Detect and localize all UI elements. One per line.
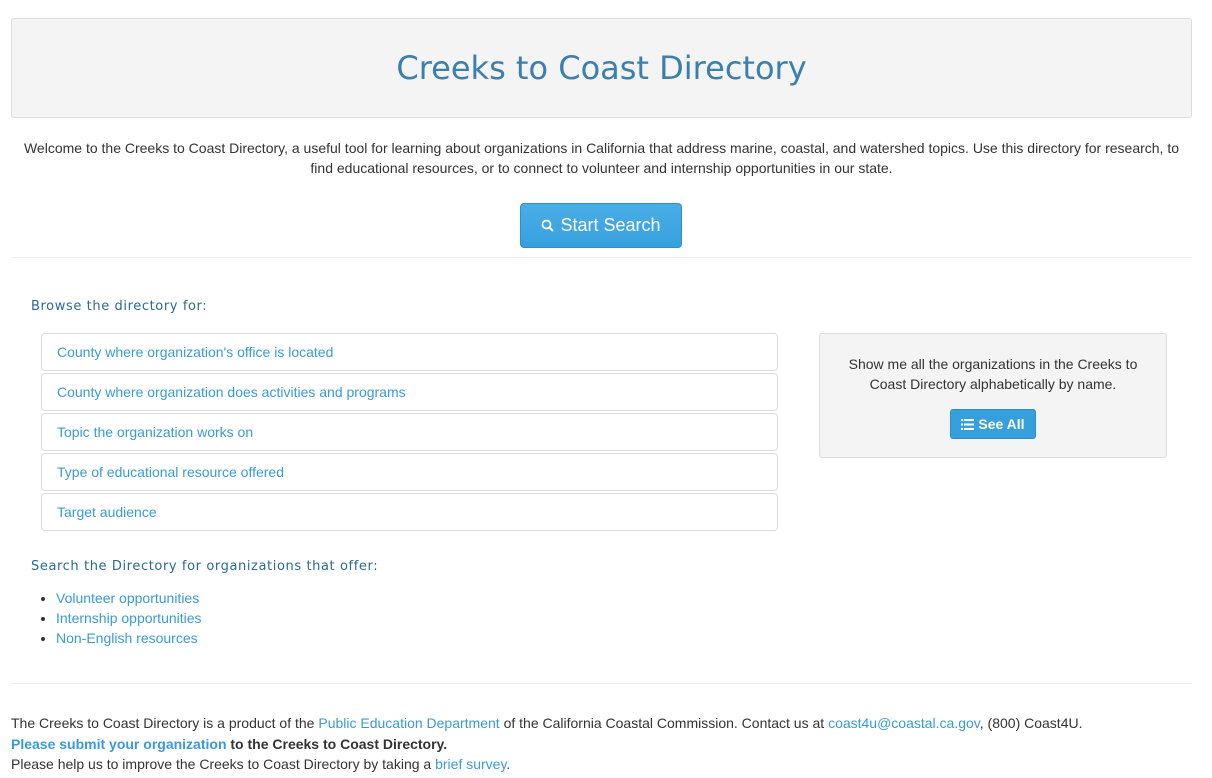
- footer-text: , (800) Coast4U.: [979, 715, 1083, 731]
- public-education-link[interactable]: Public Education Department: [318, 715, 499, 731]
- email-link[interactable]: coast4u@coastal.ca.gov: [828, 715, 980, 731]
- see-all-text: Show me all the organizations in the Cre…: [848, 356, 1138, 392]
- browse-item-audience[interactable]: Target audience: [41, 493, 778, 531]
- page-header: Creeks to Coast Directory: [11, 18, 1192, 118]
- divider: [11, 257, 1192, 258]
- browse-item-resource-type[interactable]: Type of educational resource offered: [41, 453, 778, 491]
- internship-link[interactable]: Internship opportunities: [56, 610, 202, 626]
- submit-organization-link[interactable]: Please submit your organization: [11, 736, 227, 752]
- footer: The Creeks to Coast Directory is a produ…: [11, 713, 1082, 775]
- volunteer-link[interactable]: Volunteer opportunities: [56, 590, 199, 606]
- footer-text: to the Creeks to Coast Directory.: [226, 735, 448, 752]
- browse-item-activity-county[interactable]: County where organization does activitie…: [41, 373, 778, 411]
- page-title: Creeks to Coast Directory: [396, 49, 807, 87]
- footer-text: Please help us to improve the Creeks to …: [11, 756, 436, 772]
- browse-item-topic[interactable]: Topic the organization works on: [41, 413, 778, 451]
- footer-text: The Creeks to Coast Directory is a produ…: [11, 715, 319, 731]
- see-all-button[interactable]: See All: [950, 409, 1036, 439]
- search-icon: [542, 219, 555, 232]
- start-search-button[interactable]: Start Search: [520, 203, 682, 248]
- browse-list: County where organization's office is lo…: [41, 333, 778, 533]
- welcome-text: Welcome to the Creeks to Coast Directory…: [23, 140, 1180, 176]
- offer-list: Volunteer opportunities Internship oppor…: [16, 588, 202, 648]
- divider: [11, 683, 1192, 684]
- see-all-panel: Show me all the organizations in the Cre…: [819, 333, 1167, 458]
- see-all-label: See All: [978, 416, 1025, 432]
- start-search-label: Start Search: [560, 215, 661, 235]
- survey-link[interactable]: brief survey: [435, 756, 506, 772]
- search-heading: Search the Directory for organizations t…: [31, 559, 379, 574]
- footer-text: of the California Coastal Commission. Co…: [499, 715, 829, 731]
- non-english-link[interactable]: Non-English resources: [56, 630, 198, 646]
- browse-item-office-county[interactable]: County where organization's office is lo…: [41, 333, 778, 371]
- browse-heading: Browse the directory for:: [31, 299, 208, 314]
- list-icon: [961, 418, 975, 430]
- footer-text: .: [506, 756, 511, 772]
